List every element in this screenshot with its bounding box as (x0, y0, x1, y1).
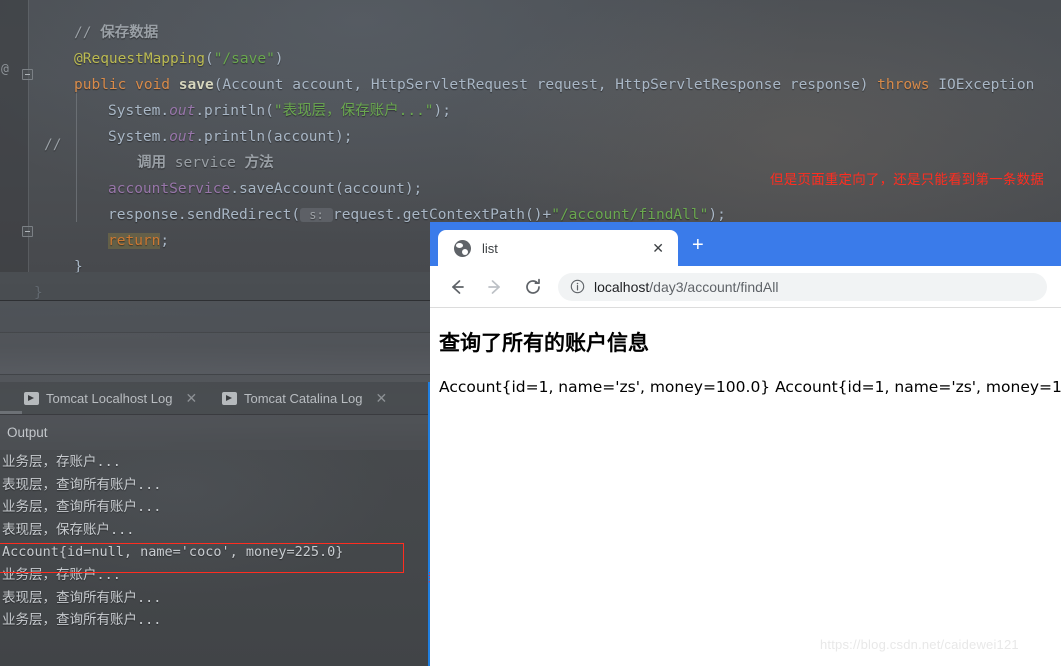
console-line: 表现层，保存账户... (2, 521, 135, 538)
commented-line-marker: // (44, 137, 62, 153)
tab-tomcat-localhost-log[interactable]: Tomcat Localhost Log ✕ (24, 382, 197, 414)
tab-label: Tomcat Catalina Log (244, 390, 363, 406)
code-token: request.getContextPath()+ (332, 207, 552, 223)
browser-window[interactable]: list ✕ + localhost/day3/account/findAll … (430, 222, 1061, 666)
code-token: ); (708, 207, 726, 223)
browser-tab-list[interactable]: list ✕ (438, 230, 678, 266)
code-token: .println(account); (195, 129, 353, 145)
code-token: .println( (195, 103, 274, 119)
console-lines: 业务层，存账户... 表现层，查询所有账户... 业务层，查询所有账户... 表现层，… (2, 451, 343, 632)
code-token: .saveAccount(account); (230, 181, 423, 197)
console-line: Account{id=null, name='coco', money=225.… (2, 544, 344, 561)
code-token: accountService (108, 181, 231, 197)
code-token: IOException (938, 77, 1035, 93)
code-line: // 保存数据 (34, 20, 1034, 46)
code-token: "/account/findAll" (551, 207, 709, 223)
code-token: public void (74, 77, 179, 93)
info-circle-icon[interactable] (570, 279, 585, 294)
console-line: 业务层，查询所有账户... (2, 499, 162, 516)
annotation-gutter-icon[interactable]: @ (1, 62, 9, 77)
run-icon (24, 391, 39, 405)
console-line: 业务层，查询所有账户... (2, 612, 162, 629)
close-icon[interactable]: ✕ (376, 391, 388, 405)
code-token: ( (204, 51, 214, 67)
url-host: localhost (594, 278, 650, 295)
reload-icon[interactable] (518, 272, 548, 302)
annotation-redirect-note: 但是页面重定向了，还是只能看到第一条数据 (770, 172, 1044, 188)
code-token: response.sendRedirect( (108, 207, 301, 223)
code-token: // (74, 25, 101, 41)
code-token: (Account account, HttpServletRequest req… (213, 77, 878, 93)
console-line: 表现层，查询所有账户... (2, 589, 162, 606)
browser-tabstrip: list ✕ + (430, 222, 1061, 266)
code-token: out (169, 103, 196, 119)
address-bar[interactable]: localhost/day3/account/findAll (558, 272, 1047, 301)
code-fold-icon[interactable] (22, 226, 33, 237)
code-token: throws (877, 77, 939, 93)
console-output[interactable]: 业务层，存账户... 表现层，查询所有账户... 业务层，查询所有账户... 表现层，… (0, 450, 430, 666)
code-token: s: (300, 208, 333, 222)
forward-arrow-icon (480, 272, 510, 302)
code-token: ); (433, 103, 452, 119)
code-token: service (174, 155, 245, 171)
code-line: public void save(Account account, HttpSe… (34, 72, 1034, 98)
code-token: System. (108, 129, 170, 145)
url-path: /day3/account/findAll (649, 278, 779, 295)
code-token: save (178, 77, 214, 93)
browser-toolbar: localhost/day3/account/findAll (430, 266, 1061, 308)
code-token: out (169, 129, 196, 145)
code-token: 保存数据 (100, 25, 159, 41)
globe-icon (454, 239, 471, 257)
page-body-text: Account{id=1, name='zs', money=100.0} Ac… (439, 378, 1061, 396)
console-line: 业务层，存账户... (2, 566, 121, 583)
run-icon (222, 391, 237, 405)
browser-tab-title: list (482, 240, 498, 256)
code-token: ; (160, 233, 170, 249)
new-tab-button[interactable]: + (692, 235, 704, 255)
output-label: Output (7, 425, 48, 440)
code-token: return (108, 233, 161, 249)
code-token: ) (274, 51, 284, 67)
tool-window-tabbar: Tomcat Localhost Log ✕ Tomcat Catalina L… (0, 382, 430, 414)
console-line: 表现层，查询所有账户... (2, 476, 162, 493)
watermark: https://blog.csdn.net/caidewei121 (820, 637, 1019, 652)
code-token: System. (108, 103, 170, 119)
code-token: 方法 (244, 155, 274, 171)
back-arrow-icon[interactable] (442, 272, 472, 302)
screen-root: @ // 保存数据 @RequestMapping("/save") public … (0, 0, 1061, 666)
code-token: "/save" (213, 51, 275, 67)
code-token: 调用 (137, 155, 175, 171)
tab-label: Tomcat Localhost Log (46, 390, 173, 406)
code-line: System.out.println("表现层，保存账户..."); (34, 98, 1034, 124)
code-line: System.out.println(account); (34, 124, 1034, 150)
code-line: @RequestMapping("/save") (34, 46, 1034, 72)
code-token: "表现层，保存账户..." (273, 103, 434, 119)
code-fold-icon[interactable] (22, 69, 33, 80)
output-header: Output (0, 414, 430, 450)
close-icon[interactable]: ✕ (652, 241, 664, 255)
close-icon[interactable]: ✕ (185, 391, 197, 405)
code-token: @RequestMapping (74, 51, 205, 67)
console-line: 业务层，存账户... (2, 454, 121, 470)
tab-tomcat-catalina-log[interactable]: Tomcat Catalina Log ✕ (222, 382, 387, 414)
browser-page-content: 查询了所有的账户信息 Account{id=1, name='zs', mone… (430, 308, 1061, 666)
page-title: 查询了所有的账户信息 (439, 331, 649, 355)
url-text: localhost/day3/account/findAll (594, 279, 778, 295)
